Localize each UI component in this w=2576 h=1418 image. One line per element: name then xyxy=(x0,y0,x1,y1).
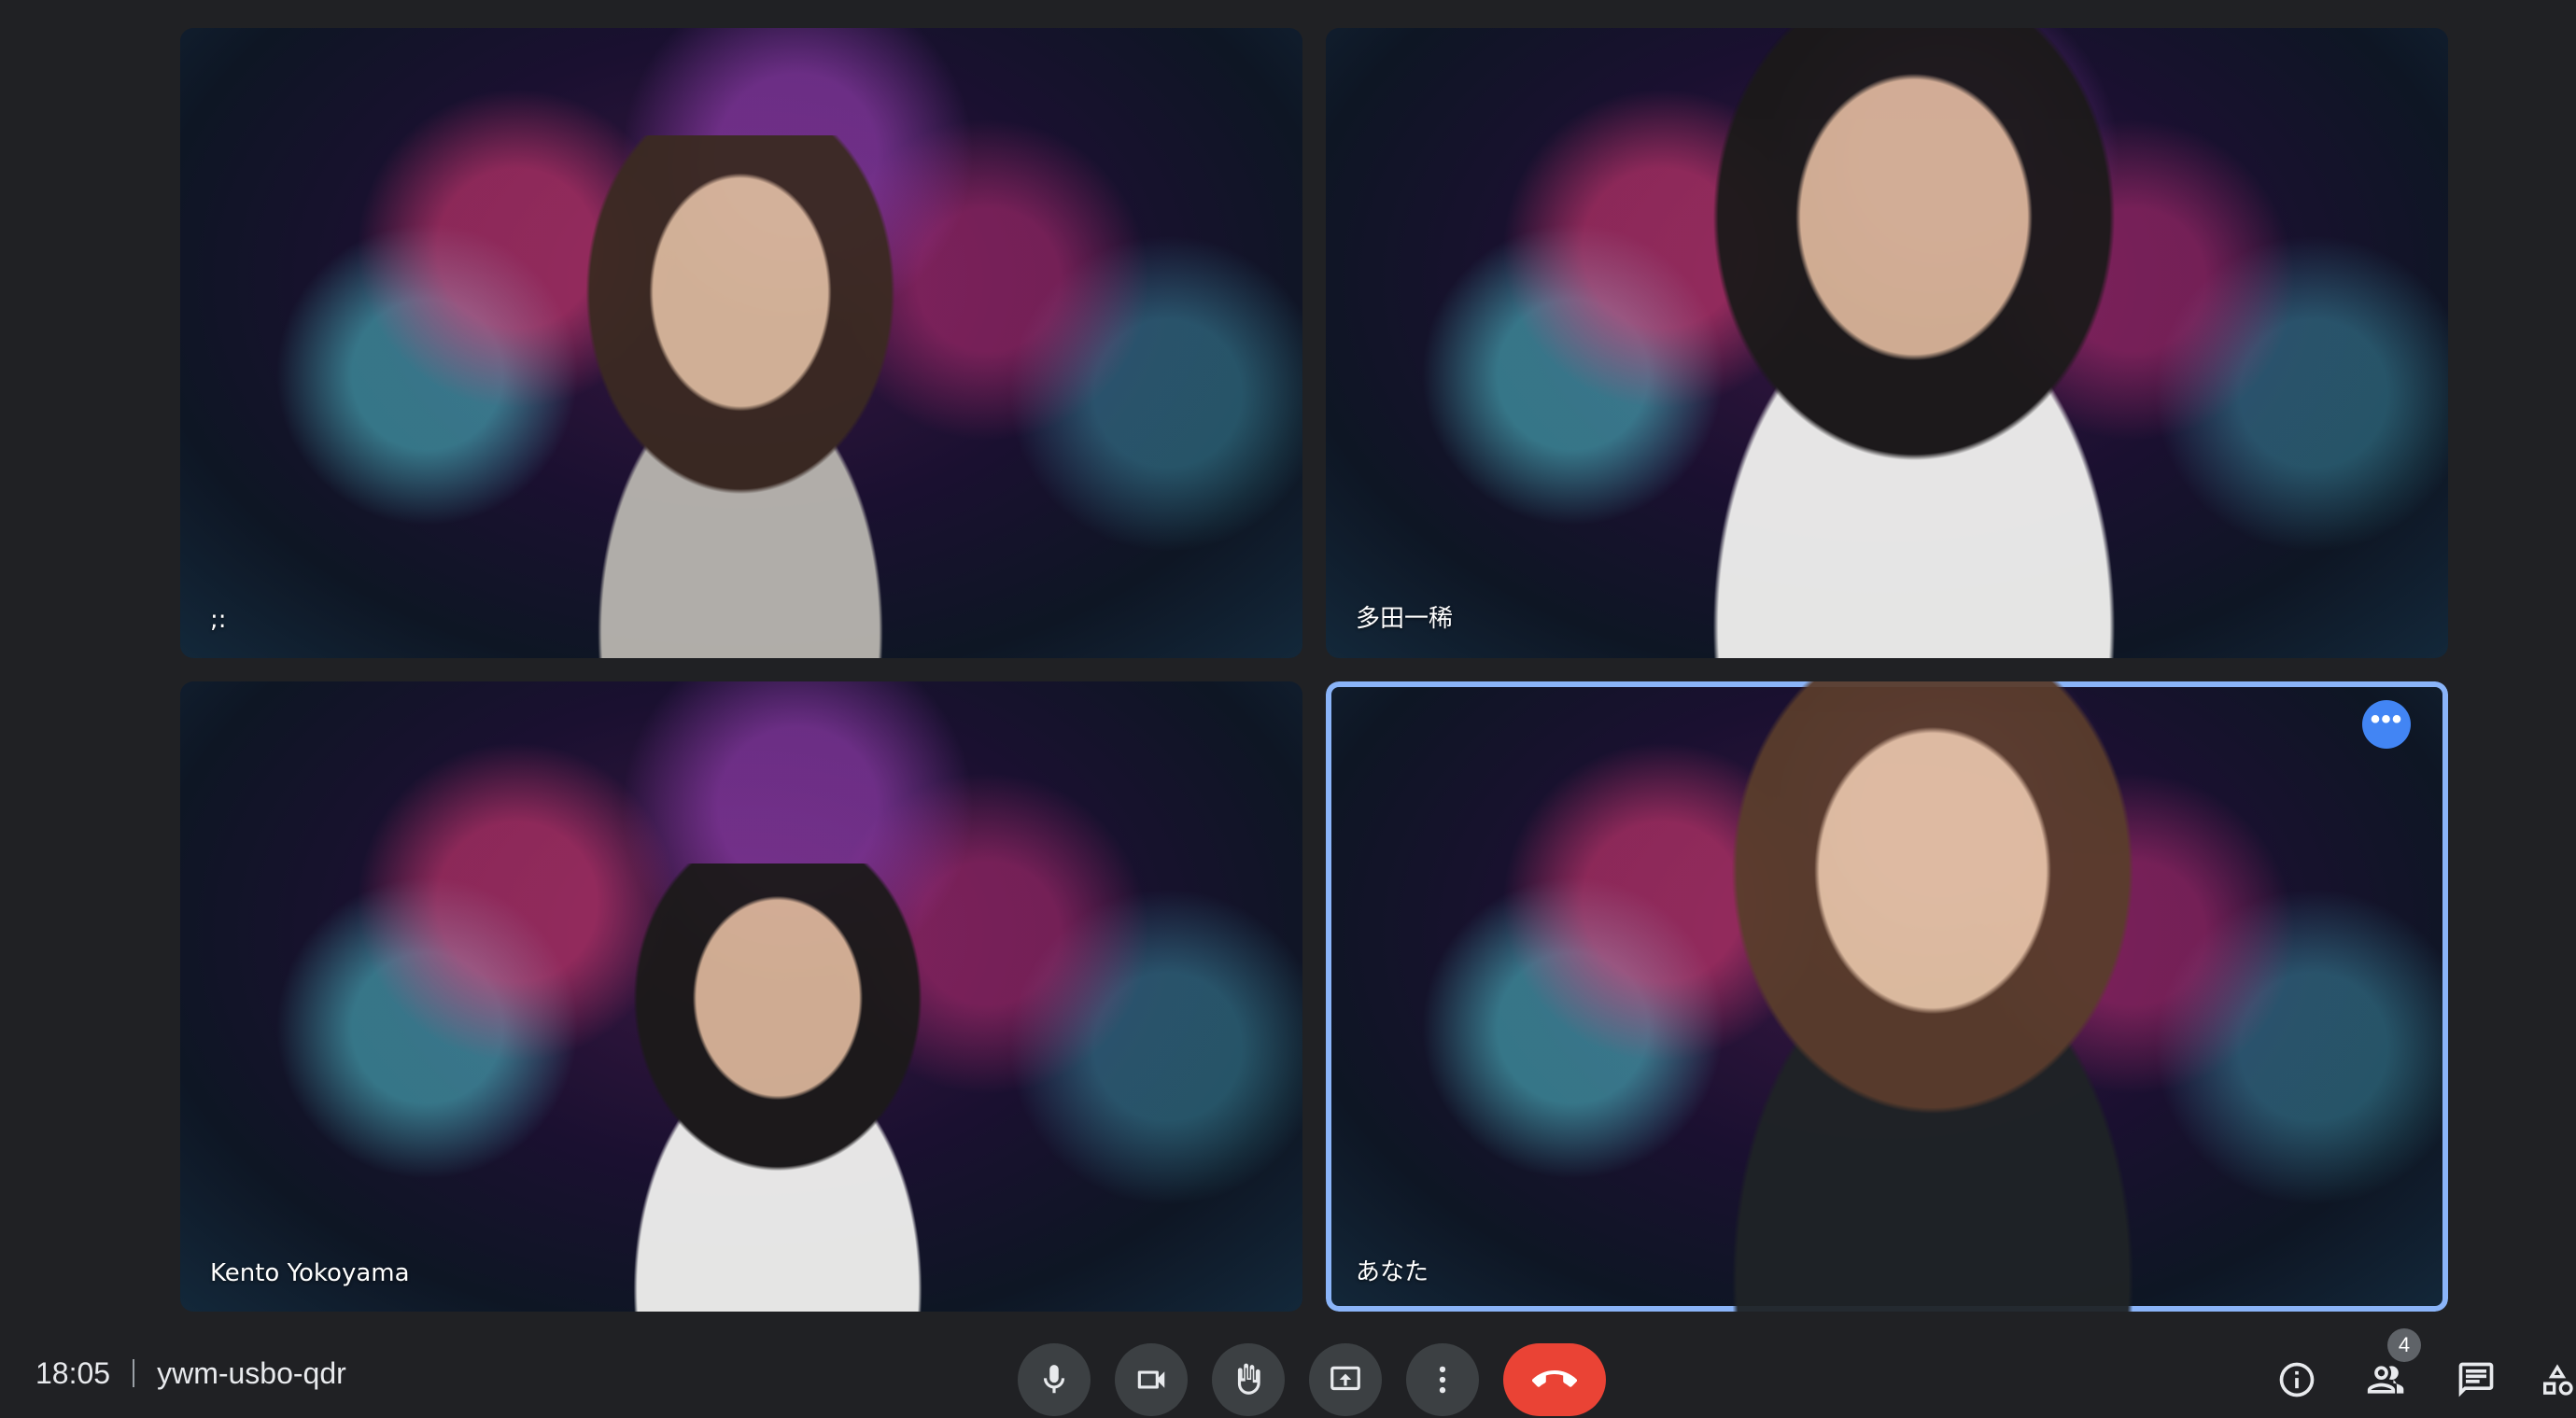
camera-button[interactable] xyxy=(1115,1343,1188,1416)
more-vert-icon xyxy=(1439,1366,1446,1394)
activities-icon xyxy=(2543,1364,2573,1396)
mic-icon xyxy=(1043,1365,1065,1394)
people-button[interactable]: 4 xyxy=(2359,1328,2421,1407)
divider xyxy=(133,1359,135,1387)
participant-name: あなた xyxy=(1356,1258,1429,1286)
participant-name: Kento Yokoyama xyxy=(210,1259,410,1287)
microphone-button[interactable] xyxy=(1018,1343,1091,1416)
more-options-button[interactable] xyxy=(1406,1343,1479,1416)
meeting-details-button[interactable] xyxy=(2270,1353,2324,1407)
participant-video xyxy=(516,863,1039,1312)
meeting-time: 18:05 xyxy=(35,1355,111,1390)
participant-video xyxy=(1550,28,2278,658)
present-button[interactable] xyxy=(1309,1343,1382,1416)
meeting-details: 18:05 ywm-usbo-qdr xyxy=(35,1345,346,1401)
activities-button[interactable] xyxy=(2539,1353,2576,1407)
meeting-code: ywm-usbo-qdr xyxy=(157,1355,346,1390)
participant-video xyxy=(1569,681,2297,1312)
chat-button[interactable] xyxy=(2449,1353,2503,1407)
meet-call-screen: ;: 多田一稀 Kento Yokoyama ••• あなた 18:05 ywm… xyxy=(0,0,2576,1418)
side-controls: 4 xyxy=(2270,1328,2576,1416)
people-count-badge: 4 xyxy=(2387,1328,2421,1362)
leave-call-button[interactable] xyxy=(1503,1343,1606,1416)
raise-hand-icon xyxy=(1237,1363,1260,1395)
call-end-icon xyxy=(1532,1370,1577,1387)
present-screen-icon xyxy=(1330,1366,1360,1391)
info-icon xyxy=(2279,1362,2315,1397)
people-icon xyxy=(2367,1366,2404,1394)
more-options-icon[interactable]: ••• xyxy=(2362,700,2411,749)
participant-name: ;: xyxy=(210,606,227,634)
raise-hand-button[interactable] xyxy=(1212,1343,1285,1416)
participant-tile[interactable]: Kento Yokoyama xyxy=(180,681,1302,1312)
participant-name: 多田一稀 xyxy=(1356,605,1454,633)
participant-tile[interactable]: ;: xyxy=(180,28,1302,658)
participant-tile[interactable]: 多田一稀 xyxy=(1326,28,2448,658)
participant-video xyxy=(460,135,1021,658)
center-controls xyxy=(1018,1343,1606,1416)
videocam-icon xyxy=(1137,1370,1165,1389)
call-controls-bar: 18:05 ywm-usbo-qdr 4 xyxy=(0,1328,2576,1418)
self-tile[interactable]: ••• あなた xyxy=(1326,681,2448,1312)
chat-icon xyxy=(2458,1362,2494,1397)
